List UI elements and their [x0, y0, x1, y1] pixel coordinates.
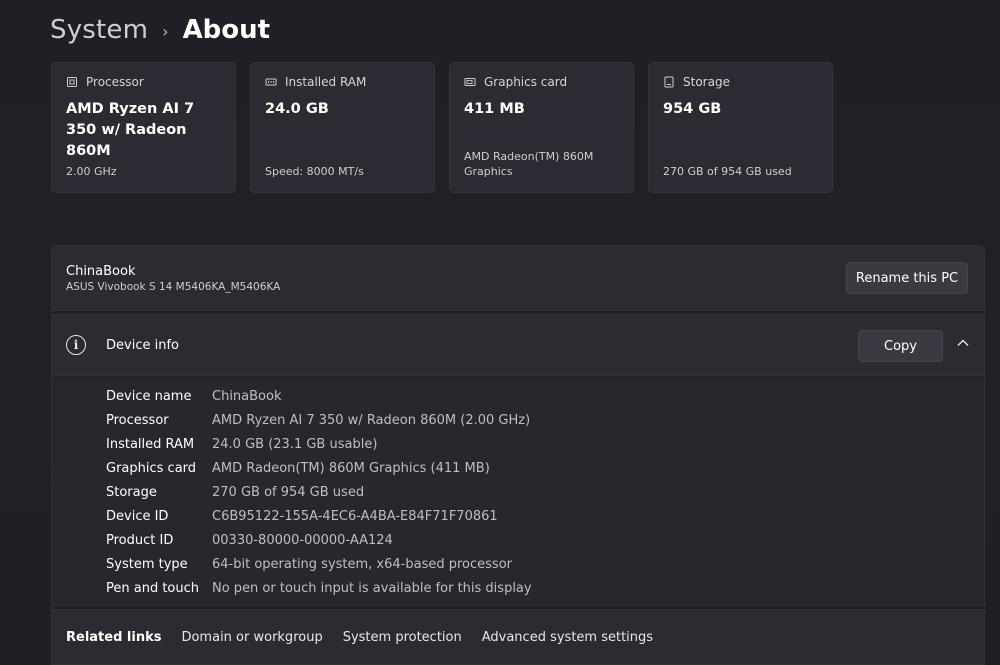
spec-value: 64-bit operating system, x64-based proce…: [212, 556, 512, 572]
card-subtext: Speed: 8000 MT/s: [265, 165, 364, 178]
spec-value: AMD Radeon(TM) 860M Graphics (411 MB): [212, 460, 490, 476]
link-system-protection[interactable]: System protection: [343, 630, 462, 645]
rename-pc-button[interactable]: Rename this PC: [846, 262, 968, 294]
spec-row: Graphics card AMD Radeon(TM) 860M Graphic…: [52, 456, 984, 480]
breadcrumb: System › About: [50, 10, 270, 50]
card-subtext: AMD Radeon(TM) 860M Graphics: [464, 150, 594, 178]
device-info-title: Device info: [106, 337, 179, 353]
spec-key: Installed RAM: [106, 436, 195, 452]
spec-value: 24.0 GB (23.1 GB usable): [212, 436, 378, 452]
spec-row: System type 64-bit operating system, x64-…: [52, 552, 984, 576]
card-graphics: Graphics card 411 MB AMD Radeon(TM) 860M…: [449, 62, 634, 193]
spec-value: 00330-80000-00000-AA124: [212, 532, 393, 548]
related-links-title: Related links: [66, 629, 162, 645]
spec-key: Pen and touch: [106, 580, 200, 596]
card-value: 24.0 GB: [265, 101, 329, 117]
card-processor: Processor AMD Ryzen AI 7 350 w/ Radeon 8…: [51, 62, 236, 193]
spec-value: C6B95122-155A-4EC6-A4BA-E84F71F70861: [212, 508, 498, 524]
spec-key: Graphics card: [106, 460, 197, 476]
spec-cards: Processor AMD Ryzen AI 7 350 w/ Radeon 8…: [51, 62, 833, 193]
spec-row: Pen and touch No pen or touch input is av…: [52, 576, 984, 600]
related-links-bar: Related links Domain or workgroup System…: [51, 609, 985, 665]
card-value: 954 GB: [663, 101, 722, 117]
spec-value: No pen or touch input is available for t…: [212, 580, 532, 596]
graphics-card-icon: [464, 76, 476, 88]
link-domain-or-workgroup[interactable]: Domain or workgroup: [181, 630, 322, 645]
spec-key: Device name: [106, 388, 192, 404]
card-subtext: 270 GB of 954 GB used: [663, 165, 792, 178]
spec-row: Storage 270 GB of 954 GB used: [52, 480, 984, 504]
card-label: Storage: [683, 75, 730, 89]
copy-button[interactable]: Copy: [858, 330, 943, 362]
chevron-up-icon[interactable]: [956, 336, 970, 350]
device-info-header[interactable]: i Device info Copy: [51, 314, 985, 376]
pc-model: ASUS Vivobook S 14 M5406KA_M5406KA: [66, 280, 281, 293]
spec-row: Product ID 00330-80000-00000-AA124: [52, 528, 984, 552]
pc-name: ChinaBook: [66, 263, 136, 279]
card-value: 411 MB: [464, 101, 525, 117]
spec-row: Device name ChinaBook: [52, 384, 984, 408]
card-ram: Installed RAM 24.0 GB Speed: 8000 MT/s: [250, 62, 435, 193]
storage-icon: [663, 76, 675, 88]
page-title: About: [182, 15, 271, 45]
card-subtext: 2.00 GHz: [66, 165, 117, 178]
ram-icon: [265, 76, 277, 88]
card-label: Processor: [86, 75, 144, 89]
card-label: Installed RAM: [285, 75, 367, 89]
card-value: AMD Ryzen AI 7 350 w/ Radeon 860M: [66, 101, 195, 159]
breadcrumb-system[interactable]: System: [50, 15, 148, 45]
pc-name-row: ChinaBook ASUS Vivobook S 14 M5406KA_M54…: [51, 245, 985, 311]
card-storage: Storage 954 GB 270 GB of 954 GB used: [648, 62, 833, 193]
spec-value: ChinaBook: [212, 388, 282, 404]
link-advanced-system-settings[interactable]: Advanced system settings: [482, 630, 653, 645]
spec-key: Product ID: [106, 532, 174, 548]
breadcrumb-separator-icon: ›: [162, 21, 169, 41]
pc-identity: ChinaBook ASUS Vivobook S 14 M5406KA_M54…: [66, 263, 280, 294]
spec-row: Installed RAM 24.0 GB (23.1 GB usable): [52, 432, 984, 456]
spec-key: System type: [106, 556, 188, 572]
device-info-list: Device name ChinaBook Processor AMD Ryzen …: [51, 377, 985, 607]
processor-icon: [66, 76, 78, 88]
info-icon: i: [66, 335, 86, 355]
card-label: Graphics card: [484, 75, 568, 89]
spec-value: AMD Ryzen AI 7 350 w/ Radeon 860M (2.00 …: [212, 412, 531, 428]
spec-row: Processor AMD Ryzen AI 7 350 w/ Radeon 86…: [52, 408, 984, 432]
spec-key: Processor: [106, 412, 169, 428]
spec-value: 270 GB of 954 GB used: [212, 484, 365, 500]
spec-row: Device ID C6B95122-155A-4EC6-A4BA-E84F71F…: [52, 504, 984, 528]
spec-key: Storage: [106, 484, 157, 500]
spec-key: Device ID: [106, 508, 169, 524]
